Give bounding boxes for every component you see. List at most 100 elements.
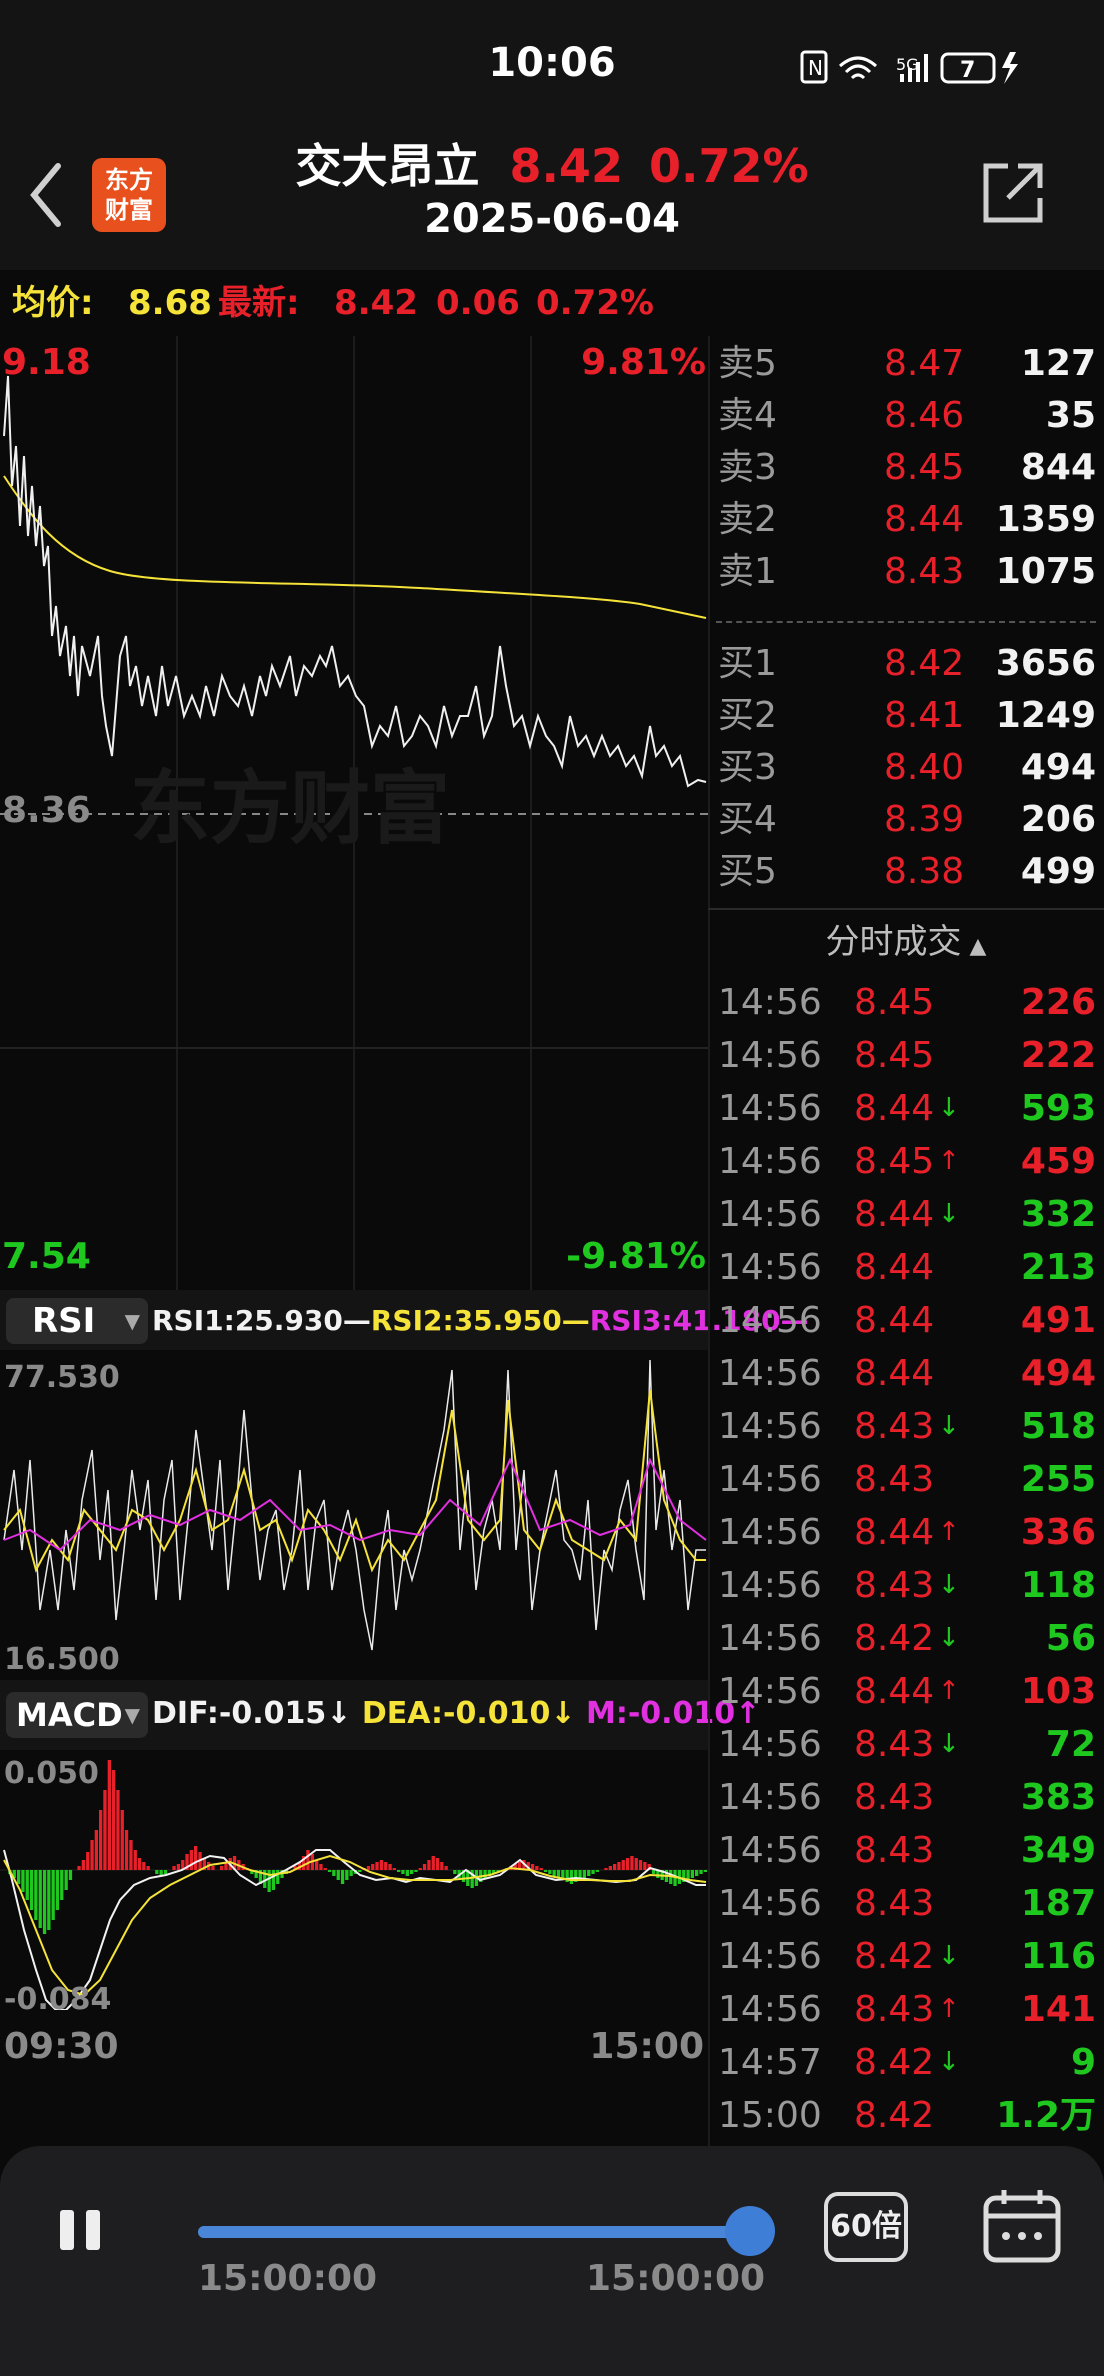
macd-bar [47,1870,51,1930]
trade-time: 14:56 [718,1724,822,1765]
trade-time: 14:56 [718,1989,822,2030]
macd-bar [539,1868,543,1870]
trade-volume: 56 [1045,1618,1096,1659]
trade-row: 14:56 8.43 187 [708,1877,1104,1930]
ask-row: 卖1 8.43 1075 [708,546,1104,598]
ask-volume: 844 [1020,447,1096,488]
bid-label: 买2 [718,695,777,736]
trade-time: 14:56 [718,1141,822,1182]
macd-bar [116,1790,120,1870]
macd-bar [634,1858,638,1870]
macd-bar [690,1870,694,1878]
status-icons: N 5G 7 [800,50,1018,84]
trade-price: 8.44 [854,1512,935,1553]
bid-price: 8.38 [884,851,965,892]
macd-bar [569,1870,574,1884]
macd-bottom-label: -0.084 [4,1982,112,2017]
macd-bar [371,1864,375,1870]
trade-row: 14:56 8.43 ↓ 518 [708,1400,1104,1453]
trade-time: 14:56 [718,1671,822,1712]
trade-arrow: ↓ [938,2047,960,2077]
trade-volume: 459 [1020,1141,1096,1182]
ask-volume: 1075 [995,551,1096,592]
chart-area[interactable]: 东方财富 9.18 9.81% 8.36 7.54 -9.81% [0,336,708,1290]
playback-start-time: 15:00:00 [198,2258,378,2299]
rsi-top-label: 77.530 [4,1360,120,1395]
trade-arrow: ↑ [938,1994,960,2024]
macd-bar [68,1870,73,1880]
trade-time: 14:56 [718,1406,822,1447]
ask-price: 8.46 [884,395,965,436]
trade-arrow: ↓ [938,1941,960,1971]
macd-bar [332,1870,336,1876]
trade-arrow: ↑ [938,1517,960,1547]
trade-price: 8.45 [854,1141,935,1182]
macd-bar [431,1856,435,1870]
rsi-selector[interactable]: RSI ▼ [6,1298,148,1344]
trade-row: 14:56 8.44 ↓ 332 [708,1188,1104,1241]
macd-selector[interactable]: MACD ▼ [6,1692,148,1738]
trade-price: 8.45 [854,982,935,1023]
bid-label: 买5 [718,851,777,892]
macd-bar [340,1870,345,1884]
trade-row: 14:56 8.43 ↓ 72 [708,1718,1104,1771]
macd-bar [99,1810,103,1870]
trades-title[interactable]: 分时成交 ▲ [708,912,1104,972]
macd-bar [276,1870,280,1884]
trade-row: 14:56 8.44 494 [708,1347,1104,1400]
bid-row: 买3 8.40 494 [708,742,1104,794]
ask-volume: 35 [1045,395,1096,436]
ask-price: 8.45 [884,447,965,488]
macd-top-label: 0.050 [4,1756,99,1791]
trade-price: 8.43 [854,1459,935,1500]
bid-row: 买4 8.39 206 [708,794,1104,846]
trade-volume: 72 [1045,1724,1096,1765]
svg-text:7: 7 [960,58,975,83]
trade-time: 14:56 [718,1353,822,1394]
charging-icon [1002,52,1018,84]
trade-time: 14:56 [718,1194,822,1235]
macd-bar [163,1870,168,1874]
macd-bar [90,1840,94,1870]
macd-bar [133,1850,137,1870]
header-price: 8.42 [509,139,623,193]
macd-values: DIF:-0.015↓ DEA:-0.010↓ M:-0.010↑ [152,1696,761,1731]
share-icon[interactable] [980,160,1046,226]
macd-bar [315,1860,319,1870]
macd-bar [440,1862,444,1870]
bottom-pct-label: -9.81% [566,1236,706,1277]
bid-volume: 206 [1020,799,1096,840]
progress-handle[interactable] [725,2206,775,2256]
trade-price: 8.44 [854,1247,935,1288]
speed-button[interactable]: 60倍 [824,2192,908,2262]
trade-time: 15:00 [718,2095,822,2136]
trade-volume: 9 [1070,2042,1096,2083]
trade-row: 14:56 8.42 ↓ 116 [708,1930,1104,1983]
trade-row: 14:56 8.44 ↓ 593 [708,1082,1104,1135]
macd-bar [129,1840,133,1870]
status-bar: 10:06 N 5G 7 [0,0,1104,130]
trade-volume: 187 [1020,1883,1096,1924]
avg-label: 均价: [12,283,94,323]
rsi-bottom-label: 16.500 [4,1642,120,1677]
trade-row: 14:56 8.43 349 [708,1824,1104,1877]
macd-bar [401,1870,405,1874]
latest-price: 8.42 [334,283,418,323]
trade-volume: 1.2万 [996,2095,1096,2136]
macd-bar [172,1866,176,1870]
macd-bar [142,1862,146,1870]
latest-change: 0.06 [436,283,520,323]
pause-icon[interactable] [58,2206,108,2256]
trade-arrow: ↑ [938,1676,960,1706]
time-axis-start: 09:30 [4,2026,119,2067]
trade-price: 8.43 [854,1989,935,2030]
calendar-icon[interactable] [982,2186,1062,2266]
trade-time: 14:57 [718,2042,822,2083]
macd-bar [405,1870,409,1876]
bid-label: 买4 [718,799,777,840]
macd-bar [211,1866,215,1870]
trade-arrow: ↓ [938,1623,960,1653]
macd-bar [319,1864,323,1870]
playback-end-time: 15:00:00 [586,2258,766,2299]
macd-bar [336,1870,340,1880]
